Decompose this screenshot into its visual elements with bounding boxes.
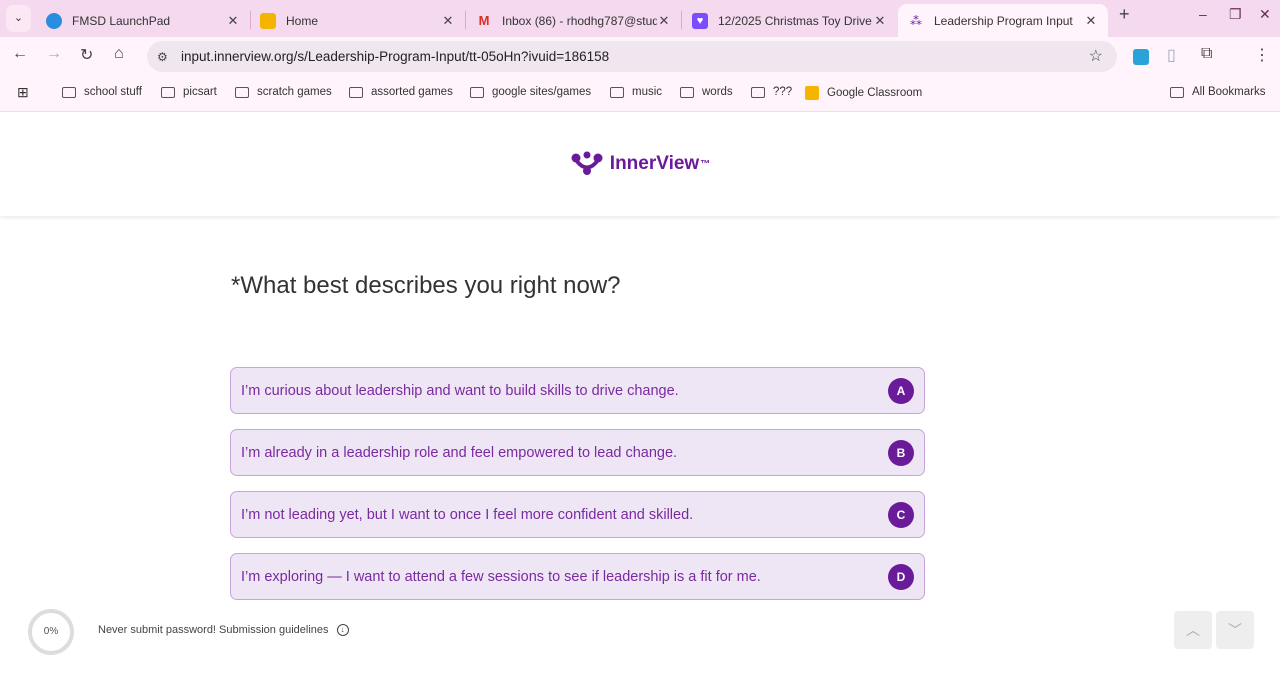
innerview-logo-icon <box>571 151 603 175</box>
reload-icon[interactable]: ↻ <box>80 45 93 65</box>
bookmark-label: picsart <box>183 86 217 98</box>
toolbar: ← → ↻ ⌂ ⚙ input.innerview.org/s/Leadersh… <box>0 37 1280 77</box>
classroom-icon <box>805 86 819 100</box>
minimize-button[interactable]: – <box>1199 6 1207 22</box>
bookmark-folder[interactable]: words <box>680 86 733 98</box>
option-a[interactable]: I’m curious about leadership and want to… <box>230 367 925 414</box>
bookmark-label: google sites/games <box>492 86 592 98</box>
close-tab-icon[interactable]: ✕ <box>873 13 887 29</box>
innerview-icon: ⁂ <box>910 13 922 28</box>
site-info-icon[interactable]: ⚙ <box>157 50 177 64</box>
tab-home[interactable]: Home ✕ <box>250 4 465 37</box>
tab-title: Inbox (86) - rhodhg787@stud <box>502 13 657 28</box>
tab-leadership[interactable]: ⁂ Leadership Program Input ✕ <box>898 4 1108 37</box>
extensions-puzzle-icon[interactable]: ⧉ <box>1201 45 1212 63</box>
close-tab-icon[interactable]: ✕ <box>226 13 240 29</box>
submission-guidelines-link[interactable]: Never submit password! Submission guidel… <box>98 624 329 636</box>
bookmark-folder[interactable]: google sites/games <box>470 86 591 98</box>
bookmark-label: scratch games <box>257 86 332 98</box>
folder-icon <box>235 86 249 98</box>
bookmark-folder[interactable]: scratch games <box>235 86 332 98</box>
folder-icon <box>1170 86 1184 98</box>
home-icon[interactable]: ⌂ <box>114 45 124 63</box>
folder-icon <box>470 86 484 98</box>
footer-note[interactable]: Never submit password! Submission guidel… <box>98 624 349 636</box>
progress-indicator: 0% <box>28 609 74 655</box>
bookmark-label: All Bookmarks <box>1192 86 1266 98</box>
trademark: ™ <box>700 158 711 170</box>
bookmark-folder[interactable]: music <box>610 86 662 98</box>
heart-chat-icon: ♥ <box>692 12 708 29</box>
logo-text: InnerView <box>609 153 700 174</box>
tab-title: 12/2025 Christmas Toy Drive <box>718 13 872 28</box>
restore-button[interactable]: ❐ <box>1229 6 1242 23</box>
tab-fmsd[interactable]: FMSD LaunchPad ✕ <box>36 4 250 37</box>
address-bar[interactable]: ⚙ input.innerview.org/s/Leadership-Progr… <box>147 41 1117 72</box>
option-text: I’m already in a leadership role and fee… <box>241 444 678 461</box>
next-question-button[interactable]: ﹀ <box>1216 611 1254 649</box>
folder-icon <box>349 86 363 98</box>
folder-icon <box>610 86 624 98</box>
folder-icon <box>62 86 76 98</box>
option-d[interactable]: I’m exploring — I want to attend a few s… <box>230 553 925 600</box>
extension-reader-icon[interactable]: ▯ <box>1167 45 1176 65</box>
tab-gmail[interactable]: M Inbox (86) - rhodhg787@stud ✕ <box>466 4 681 37</box>
option-text: I’m curious about leadership and want to… <box>241 382 679 399</box>
classroom-icon <box>260 12 276 29</box>
option-key-badge: A <box>888 378 914 404</box>
folder-icon <box>680 86 694 98</box>
bookmark-folder[interactable]: assorted games <box>349 86 453 98</box>
all-bookmarks[interactable]: All Bookmarks <box>1170 86 1266 98</box>
option-b[interactable]: I’m already in a leadership role and fee… <box>230 429 925 476</box>
close-tab-icon[interactable]: ✕ <box>1084 13 1098 29</box>
extension-cloud-icon[interactable] <box>1133 49 1149 65</box>
option-key-badge: C <box>888 502 914 528</box>
tab-search-button[interactable]: ⌄ <box>6 5 31 32</box>
url-text[interactable]: input.innerview.org/s/Leadership-Program… <box>181 49 609 64</box>
option-text: I’m exploring — I want to attend a few s… <box>241 568 761 585</box>
tab-title: FMSD LaunchPad <box>72 13 171 28</box>
download-icon[interactable]: ↓ <box>336 624 349 636</box>
bookmark-google-classroom[interactable]: Google Classroom <box>805 86 922 100</box>
option-key-badge: B <box>888 440 914 466</box>
option-key-badge: D <box>888 564 914 590</box>
new-tab-button[interactable]: + <box>1119 4 1130 25</box>
innerview-logo: InnerView ™ <box>570 151 710 177</box>
question-title: *What best describes you right now? <box>231 272 621 299</box>
tab-toy-drive[interactable]: ♥ 12/2025 Christmas Toy Drive ✕ <box>682 4 897 37</box>
option-c[interactable]: I’m not leading yet, but I want to once … <box>230 491 925 538</box>
bookmark-folder[interactable]: school stuff <box>62 86 142 98</box>
bookmark-label: music <box>632 86 663 98</box>
close-tab-icon[interactable]: ✕ <box>657 13 671 29</box>
close-tab-icon[interactable]: ✕ <box>441 13 455 29</box>
bookmark-folder[interactable]: ??? <box>751 86 792 98</box>
menu-icon[interactable]: ⋮ <box>1254 45 1270 65</box>
bookmarks-bar: ⊞ school stuff picsart scratch games ass… <box>0 77 1280 112</box>
back-icon[interactable]: ← <box>12 45 28 63</box>
tab-strip: ⌄ FMSD LaunchPad ✕ Home ✕ M Inbox (86) - rh… <box>0 0 1280 37</box>
tab-title: Home <box>286 13 319 28</box>
folder-icon <box>751 86 765 98</box>
folder-icon <box>161 86 175 98</box>
forward-icon[interactable]: → <box>46 45 62 63</box>
tab-title: Leadership Program Input <box>934 13 1073 28</box>
bookmark-folder[interactable]: picsart <box>161 86 217 98</box>
bookmark-label: Google Classroom <box>827 87 923 99</box>
bookmark-label: ??? <box>773 86 793 98</box>
bookmark-label: school stuff <box>84 86 142 98</box>
apps-grid-icon[interactable]: ⊞ <box>17 84 29 101</box>
bookmark-label: words <box>702 86 733 98</box>
gmail-icon: M <box>478 12 490 28</box>
bookmark-label: assorted games <box>371 86 453 98</box>
bookmark-star-icon[interactable]: ☆ <box>1089 46 1103 66</box>
cloud-icon <box>46 12 62 29</box>
option-text: I’m not leading yet, but I want to once … <box>241 506 694 523</box>
close-window-button[interactable]: ✕ <box>1259 6 1271 23</box>
page-header: InnerView ™ <box>0 112 1280 216</box>
previous-question-button[interactable]: ︿ <box>1174 611 1212 649</box>
